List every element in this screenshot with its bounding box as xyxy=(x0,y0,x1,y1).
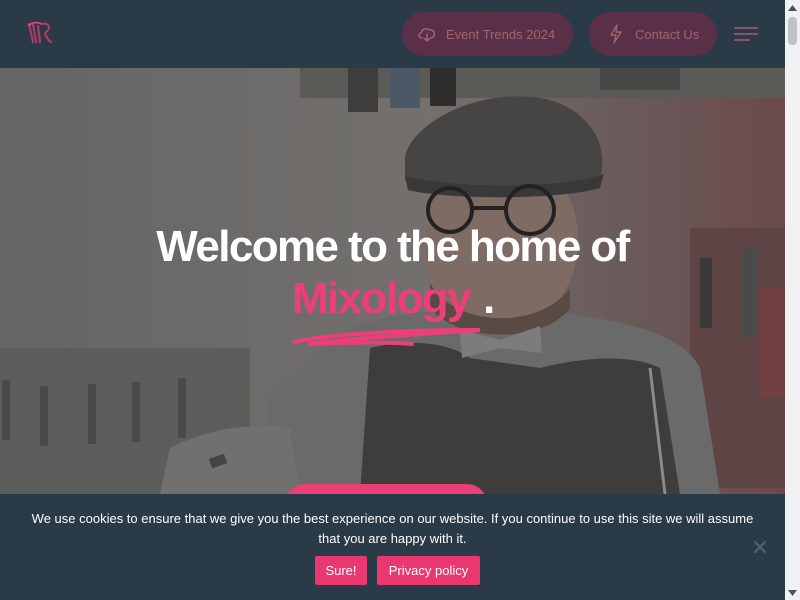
scroll-up-arrow-icon[interactable] xyxy=(785,0,800,15)
cloud-download-icon xyxy=(416,23,438,45)
event-trends-label: Event Trends 2024 xyxy=(446,26,556,42)
accept-cookies-button[interactable]: Sure! xyxy=(315,556,367,585)
lightning-bolt-icon xyxy=(605,23,627,45)
hamburger-menu-icon[interactable] xyxy=(734,27,758,41)
hero-period: . xyxy=(483,274,496,323)
scroll-down-arrow-icon[interactable] xyxy=(785,585,800,600)
page-scrollbar[interactable] xyxy=(785,0,800,600)
site-header: Event Trends 2024 Contact Us xyxy=(0,0,785,68)
cookie-banner: We use cookies to ensure that we give yo… xyxy=(0,494,785,600)
hand-drawn-underline xyxy=(292,328,481,346)
mixology-logo-icon[interactable] xyxy=(24,18,56,48)
contact-us-label: Contact Us xyxy=(635,26,700,42)
close-icon[interactable] xyxy=(752,539,768,555)
hero-title: Welcome to the home of xyxy=(156,222,630,271)
hero-accent-word: Mixology xyxy=(292,274,471,323)
privacy-policy-button[interactable]: Privacy policy xyxy=(377,556,480,585)
hero-cta-button[interactable] xyxy=(285,484,487,494)
event-trends-button[interactable]: Event Trends 2024 xyxy=(402,12,573,56)
scrollbar-thumb[interactable] xyxy=(788,17,797,45)
cookie-message: We use cookies to ensure that we give yo… xyxy=(31,511,754,546)
hero-section: Welcome to the home of Mixology . xyxy=(0,68,785,494)
contact-us-button[interactable]: Contact Us xyxy=(589,12,717,56)
